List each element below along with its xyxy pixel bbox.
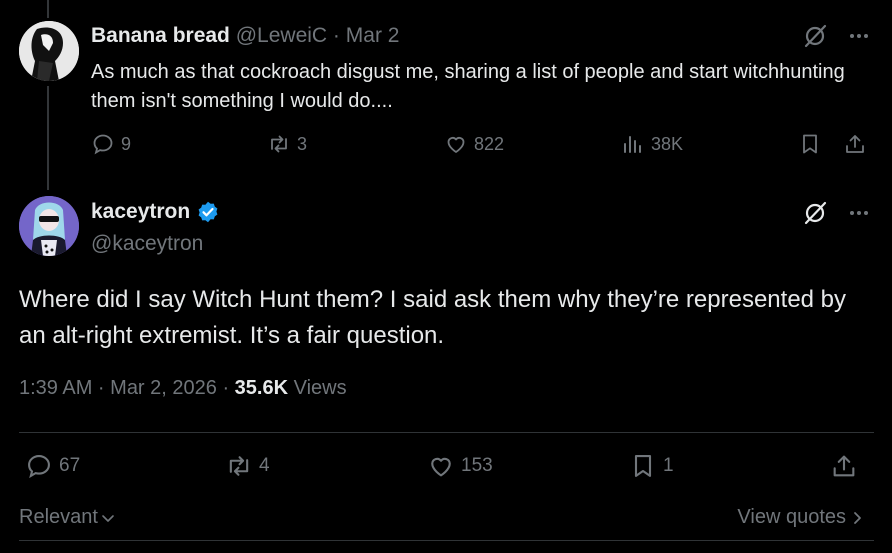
views-count: 38K bbox=[651, 133, 684, 154]
reply-action-bar: 9 3 822 38K bbox=[91, 132, 871, 162]
reply-tweet[interactable]: Banana bread @LeweiC · Mar 2 As much as … bbox=[0, 0, 892, 190]
reply-button[interactable]: 9 bbox=[91, 132, 131, 156]
reply-icon bbox=[91, 132, 115, 156]
view-quotes-link[interactable]: View quotes bbox=[737, 506, 864, 529]
divider bbox=[19, 432, 874, 433]
bookmark-button[interactable]: 1 bbox=[629, 452, 674, 480]
like-icon bbox=[444, 132, 468, 156]
reply-header: Banana bread @LeweiC · Mar 2 bbox=[91, 24, 399, 48]
author-name-text: kaceytron bbox=[91, 200, 191, 223]
like-button[interactable]: 153 bbox=[427, 452, 493, 480]
grok-icon[interactable] bbox=[802, 200, 828, 226]
chevron-down-icon bbox=[100, 510, 116, 526]
reply-date[interactable]: Mar 2 bbox=[346, 24, 400, 47]
divider bbox=[19, 540, 874, 541]
views-count: 35.6K bbox=[234, 377, 289, 399]
share-icon bbox=[830, 452, 858, 480]
share-button[interactable] bbox=[843, 132, 867, 156]
more-icon[interactable] bbox=[848, 202, 870, 224]
author-name[interactable]: kaceytron bbox=[91, 200, 220, 224]
reply-button[interactable]: 67 bbox=[25, 452, 80, 480]
like-button[interactable]: 822 bbox=[444, 132, 504, 156]
post-timestamp: 1:39 AM · Mar 2, 2026 · 35.6K Views bbox=[19, 377, 347, 400]
share-button[interactable] bbox=[830, 452, 858, 480]
more-icon[interactable] bbox=[848, 25, 870, 47]
chevron-right-icon bbox=[852, 510, 864, 526]
avatar[interactable] bbox=[19, 196, 79, 256]
share-icon bbox=[843, 132, 867, 156]
like-count: 153 bbox=[461, 455, 493, 476]
views-icon bbox=[621, 132, 645, 156]
reply-author-name[interactable]: Banana bread bbox=[91, 24, 230, 47]
post-action-bar: 67 4 153 1 bbox=[19, 452, 874, 486]
sort-dropdown[interactable]: Relevant bbox=[19, 506, 116, 529]
reply-top-actions bbox=[802, 23, 870, 49]
repost-button[interactable]: 3 bbox=[267, 132, 307, 156]
bookmark-icon bbox=[798, 132, 822, 156]
verified-icon[interactable] bbox=[196, 200, 220, 224]
views-button[interactable]: 38K bbox=[621, 132, 683, 156]
post-time[interactable]: 1:39 AM · Mar 2, 2026 · bbox=[19, 377, 235, 399]
reply-count: 9 bbox=[121, 133, 132, 154]
sort-label: Relevant bbox=[19, 506, 98, 528]
views-label: Views bbox=[288, 377, 347, 399]
repost-count: 4 bbox=[259, 455, 270, 476]
bookmark-button[interactable] bbox=[798, 132, 822, 156]
post-top-actions bbox=[802, 200, 870, 226]
reply-count: 67 bbox=[59, 455, 81, 476]
grok-icon[interactable] bbox=[802, 23, 828, 49]
author-handle[interactable]: @kaceytron bbox=[91, 232, 203, 256]
avatar[interactable] bbox=[19, 21, 79, 81]
reply-text: As much as that cockroach disgust me, sh… bbox=[91, 61, 845, 112]
separator: · bbox=[327, 24, 346, 47]
like-count: 822 bbox=[474, 133, 505, 154]
reply-author-handle[interactable]: @LeweiC bbox=[236, 24, 327, 47]
repost-icon bbox=[267, 132, 291, 156]
like-icon bbox=[427, 452, 455, 480]
bookmark-icon bbox=[629, 452, 657, 480]
repost-icon bbox=[225, 452, 253, 480]
repost-count: 3 bbox=[297, 133, 308, 154]
view-quotes-label: View quotes bbox=[737, 506, 846, 528]
repost-button[interactable]: 4 bbox=[225, 452, 270, 480]
post-text: Where did I say Witch Hunt them? I said … bbox=[19, 286, 847, 349]
bookmark-count: 1 bbox=[663, 455, 674, 476]
reply-icon bbox=[25, 452, 53, 480]
